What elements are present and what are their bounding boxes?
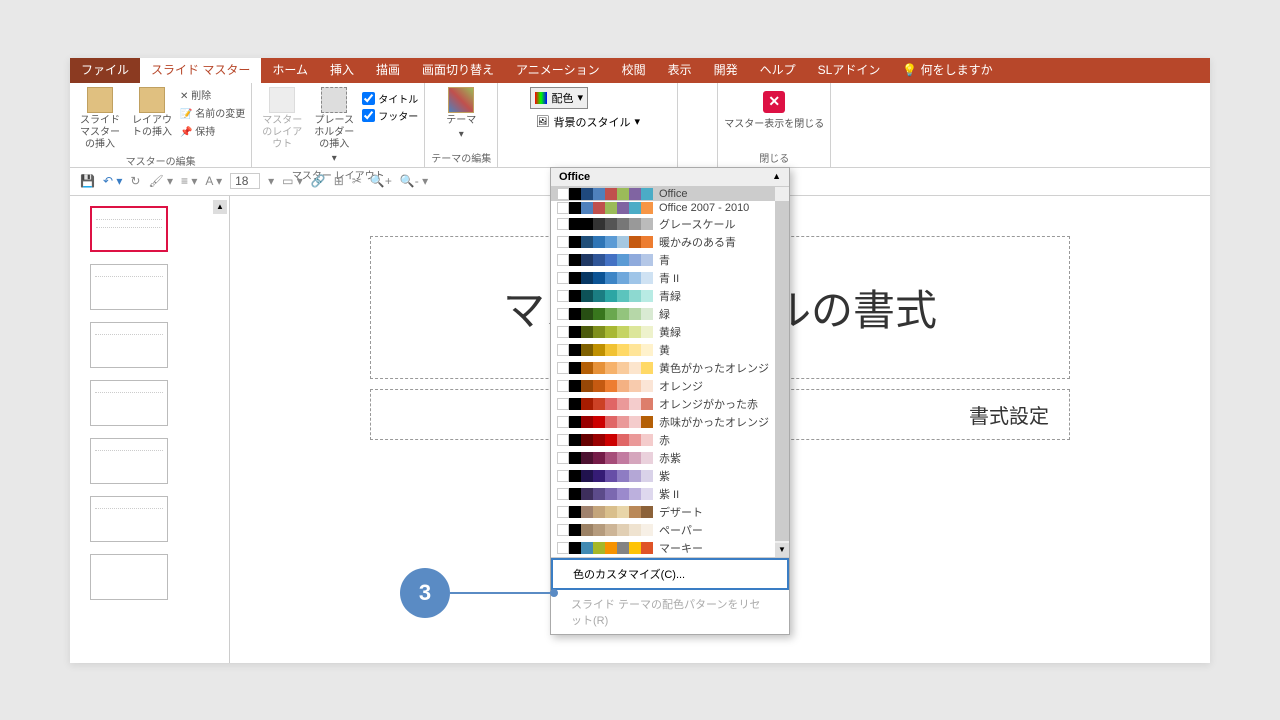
color-theme-item[interactable]: マーキー: [551, 539, 789, 557]
thumbnail-pane: ▲: [70, 196, 230, 663]
color-theme-item[interactable]: 黄: [551, 341, 789, 359]
scroll-down-icon[interactable]: ▼: [775, 543, 789, 557]
font-size-input[interactable]: 18: [230, 173, 260, 189]
color-theme-item[interactable]: 赤紫: [551, 449, 789, 467]
color-theme-item[interactable]: グレースケール: [551, 215, 789, 233]
undo-icon[interactable]: ↶ ▾: [103, 174, 122, 188]
crop-icon[interactable]: ✂: [352, 174, 362, 188]
color-theme-item[interactable]: Office: [551, 187, 789, 201]
preserve-button[interactable]: 📌 保持: [180, 123, 245, 138]
color-theme-item[interactable]: 青 II: [551, 269, 789, 287]
group-label-close: 閉じる: [759, 148, 789, 167]
thumbnail-layout[interactable]: [90, 496, 168, 542]
tab-view[interactable]: 表示: [657, 58, 703, 83]
insert-slide-master-button[interactable]: スライド マスターの挿入: [76, 87, 124, 151]
delete-button[interactable]: ✕ 削除: [180, 87, 245, 102]
save-icon[interactable]: 💾: [80, 174, 95, 188]
color-theme-item[interactable]: 赤味がかったオレンジ: [551, 413, 789, 431]
callout-number: 3: [400, 568, 450, 618]
close-master-view-button[interactable]: ✕マスター表示を閉じる: [724, 87, 824, 130]
dropdown-header: Office▲: [551, 168, 789, 187]
scroll-up-icon[interactable]: ▲: [772, 171, 781, 183]
color-theme-item[interactable]: 黄緑: [551, 323, 789, 341]
ribbon: スライド マスターの挿入 レイアウトの挿入 ✕ 削除 📝 名前の変更 📌 保持 …: [70, 83, 1210, 168]
tab-animation[interactable]: アニメーション: [505, 58, 611, 83]
tab-help[interactable]: ヘルプ: [749, 58, 807, 83]
link-icon[interactable]: 🔗: [311, 174, 326, 188]
color-theme-item[interactable]: 暖かみのある青: [551, 233, 789, 251]
color-theme-item[interactable]: 青緑: [551, 287, 789, 305]
dropdown-scrollbar[interactable]: ▼: [775, 187, 789, 557]
customize-colors-item[interactable]: 色のカスタマイズ(C)...: [551, 558, 789, 590]
list-icon[interactable]: ≡ ▾: [181, 174, 197, 188]
color-theme-item[interactable]: 紫: [551, 467, 789, 485]
tab-draw[interactable]: 描画: [365, 58, 411, 83]
color-theme-item[interactable]: 紫 II: [551, 485, 789, 503]
color-theme-item[interactable]: オレンジ: [551, 377, 789, 395]
shape-icon[interactable]: ▭ ▾: [282, 174, 303, 188]
color-theme-item[interactable]: ペーパー: [551, 521, 789, 539]
redo-icon[interactable]: ↻: [130, 174, 140, 188]
font-icon[interactable]: A ▾: [205, 174, 222, 188]
tab-bar: ファイル スライド マスター ホーム 挿入 描画 画面切り替え アニメーション …: [70, 58, 1210, 83]
thumbnail-layout[interactable]: [90, 264, 168, 310]
thumbnail-master[interactable]: [90, 206, 168, 252]
brush-icon[interactable]: 🖌 ▾: [148, 174, 173, 188]
group-label-edit-theme: テーマの編集: [431, 148, 491, 167]
title-checkbox[interactable]: タイトル: [362, 91, 418, 106]
tab-file[interactable]: ファイル: [70, 58, 140, 83]
insert-layout-button[interactable]: レイアウトの挿入: [128, 87, 176, 139]
color-theme-item[interactable]: オレンジがかった赤: [551, 395, 789, 413]
insert-placeholder-button[interactable]: プレースホルダーの挿入 ▾: [310, 87, 358, 165]
reset-colors-item: スライド テーマの配色パターンをリセット(R): [551, 590, 789, 634]
tab-review[interactable]: 校閲: [611, 58, 657, 83]
footer-checkbox[interactable]: フッター: [362, 108, 418, 123]
colors-button[interactable]: 配色 ▾: [530, 87, 588, 109]
thumbnail-layout[interactable]: [90, 380, 168, 426]
zoom-in-icon[interactable]: 🔍+: [370, 174, 392, 188]
color-theme-item[interactable]: 青: [551, 251, 789, 269]
tab-slide-master[interactable]: スライド マスター: [140, 58, 261, 83]
scroll-up-icon[interactable]: ▲: [213, 200, 227, 214]
rename-button[interactable]: 📝 名前の変更: [180, 105, 245, 120]
color-theme-item[interactable]: Office 2007 - 2010: [551, 201, 789, 215]
thumbnail-layout[interactable]: [90, 554, 168, 600]
thumbnail-layout[interactable]: [90, 438, 168, 484]
tab-dev[interactable]: 開発: [703, 58, 749, 83]
thumbnail-layout[interactable]: [90, 322, 168, 368]
color-theme-item[interactable]: 赤: [551, 431, 789, 449]
callout-annotation: 3: [400, 568, 558, 618]
tab-home[interactable]: ホーム: [261, 58, 319, 83]
color-theme-item[interactable]: 黄色がかったオレンジ: [551, 359, 789, 377]
tab-tell-me[interactable]: 💡 何をしますか: [891, 58, 1003, 83]
zoom-out-icon[interactable]: 🔍- ▾: [400, 174, 428, 188]
background-styles-button[interactable]: 🖼 背景のスタイル ▾: [530, 111, 645, 133]
align-icon[interactable]: ⊞: [334, 174, 344, 188]
color-theme-item[interactable]: 緑: [551, 305, 789, 323]
theme-button[interactable]: テーマ ▾: [437, 87, 485, 141]
master-layout-button: マスターのレイアウト: [258, 87, 306, 151]
tab-insert[interactable]: 挿入: [319, 58, 365, 83]
colors-dropdown: Office▲ ▼ OfficeOffice 2007 - 2010グレースケー…: [550, 167, 790, 635]
color-theme-item[interactable]: デザート: [551, 503, 789, 521]
tab-sladdin[interactable]: SLアドイン: [807, 58, 892, 83]
tab-transition[interactable]: 画面切り替え: [411, 58, 505, 83]
group-label-edit-master: マスターの編集: [126, 151, 196, 170]
